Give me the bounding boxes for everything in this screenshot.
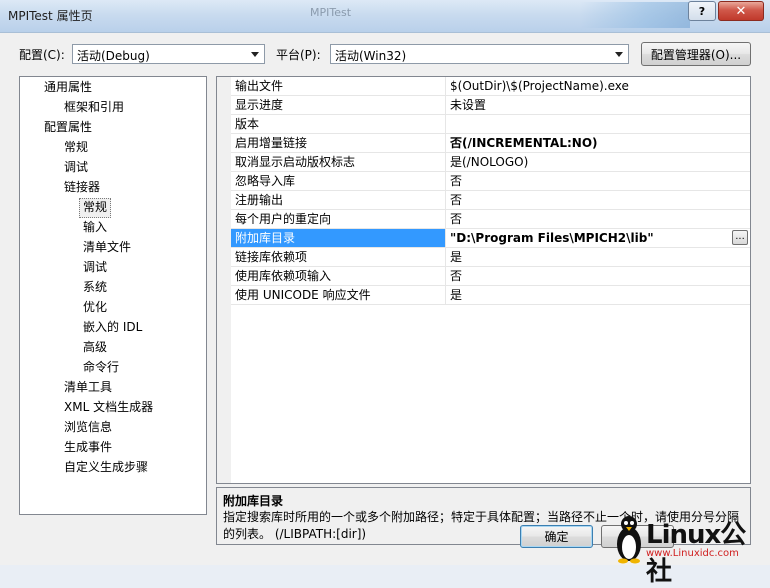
help-button[interactable]: ? <box>688 1 716 21</box>
grid-row-name: 输出文件 <box>231 77 446 95</box>
tree-item[interactable]: 框架和引用 <box>64 98 124 116</box>
grid-row-name: 忽略导入库 <box>231 172 446 190</box>
tree-item[interactable]: 调试 <box>83 258 107 276</box>
ghost-tab-label: MPITest <box>310 6 352 19</box>
grid-row-selected[interactable]: 附加库目录 "D:\Program Files\MPICH2\lib" ... <box>231 229 750 248</box>
tree-item[interactable]: 命令行 <box>83 358 119 376</box>
watermark-url: www.Linuxidc.com <box>646 548 739 559</box>
chevron-down-icon <box>251 52 259 57</box>
config-dropdown[interactable]: 活动(Debug) <box>72 44 265 64</box>
tree-item[interactable]: 自定义生成步骤 <box>64 458 148 476</box>
grid-row[interactable]: 注册输出 否 <box>231 191 750 210</box>
close-icon: ✕ <box>735 3 747 19</box>
grid-row-name: 注册输出 <box>231 191 446 209</box>
grid-row-value[interactable]: 未设置 <box>446 96 750 114</box>
description-title: 附加库目录 <box>223 494 284 508</box>
platform-label: 平台(P): <box>276 48 321 62</box>
tree-item[interactable]: 调试 <box>64 158 88 176</box>
chevron-down-icon <box>615 52 623 57</box>
grid-row[interactable]: 显示进度 未设置 <box>231 96 750 115</box>
grid-row[interactable]: 使用 UNICODE 响应文件 是 <box>231 286 750 305</box>
watermark: Linux公社 www.Linuxidc.com <box>612 512 770 587</box>
ok-button[interactable]: 确定 <box>520 525 593 548</box>
grid-row[interactable]: 每个用户的重定向 否 <box>231 210 750 229</box>
config-dropdown-value: 活动(Debug) <box>77 49 150 63</box>
tree-item[interactable]: 优化 <box>83 298 107 316</box>
property-grid[interactable]: 输出文件 $(OutDir)\$(ProjectName).exe 显示进度 未… <box>216 76 751 484</box>
grid-row-value[interactable]: 否 <box>446 210 750 228</box>
config-manager-button[interactable]: 配置管理器(O)... <box>641 42 751 66</box>
property-tree[interactable]: 通用属性 框架和引用 配置属性 常规 调试 链接器 常规 输入 清单文件 调试 … <box>19 76 207 515</box>
additional-library-directories-input[interactable]: "D:\Program Files\MPICH2\lib" <box>446 229 750 247</box>
grid-row-name: 启用增量链接 <box>231 134 446 152</box>
tree-item[interactable]: 嵌入的 IDL <box>83 318 142 336</box>
tree-item[interactable]: 链接器 <box>64 178 100 196</box>
penguin-logo-icon <box>617 516 641 564</box>
grid-row-name: 使用库依赖项输入 <box>231 267 446 285</box>
dialog-client: 配置(C): 活动(Debug) 平台(P): 活动(Win32) 配置管理器(… <box>0 33 770 565</box>
tree-item[interactable]: 常规 <box>64 138 88 156</box>
tree-item[interactable]: 清单文件 <box>83 238 131 256</box>
tree-item[interactable]: 生成事件 <box>64 438 112 456</box>
platform-dropdown-value: 活动(Win32) <box>335 49 407 63</box>
tree-item[interactable]: 配置属性 <box>44 118 92 136</box>
grid-row-name: 使用 UNICODE 响应文件 <box>231 286 446 304</box>
grid-row-name: 版本 <box>231 115 446 133</box>
grid-row-name: 附加库目录 <box>231 229 446 247</box>
grid-row[interactable]: 使用库依赖项输入 否 <box>231 267 750 286</box>
grid-row-value[interactable]: 否 <box>446 191 750 209</box>
browse-ellipsis-button[interactable]: ... <box>732 230 748 245</box>
grid-row-value[interactable]: $(OutDir)\$(ProjectName).exe <box>446 77 750 95</box>
grid-row-name: 链接库依赖项 <box>231 248 446 266</box>
tree-item[interactable]: 清单工具 <box>64 378 112 396</box>
grid-row[interactable]: 输出文件 $(OutDir)\$(ProjectName).exe <box>231 77 750 96</box>
tree-item[interactable]: 通用属性 <box>44 78 92 96</box>
grid-row-value[interactable]: 否 <box>446 267 750 285</box>
grid-row-value[interactable]: 否(/INCREMENTAL:NO) <box>446 134 750 152</box>
tree-item[interactable]: 浏览信息 <box>64 418 112 436</box>
grid-row-value[interactable]: 是 <box>446 286 750 304</box>
grid-row[interactable]: 取消显示启动版权标志 是(/NOLOGO) <box>231 153 750 172</box>
close-button[interactable]: ✕ <box>718 1 764 21</box>
title-bar[interactable]: MPITest 属性页 MPITest ? ✕ <box>0 0 770 33</box>
grid-row[interactable]: 版本 <box>231 115 750 134</box>
tree-item-selected[interactable]: 常规 <box>79 198 112 218</box>
grid-row[interactable]: 启用增量链接 否(/INCREMENTAL:NO) <box>231 134 750 153</box>
tree-item[interactable]: 高级 <box>83 338 107 356</box>
grid-row-value[interactable]: 是 <box>446 248 750 266</box>
grid-row[interactable]: 链接库依赖项 是 <box>231 248 750 267</box>
tree-item[interactable]: XML 文档生成器 <box>64 398 153 416</box>
tree-item[interactable]: 输入 <box>83 218 107 236</box>
ghost-logo <box>580 2 690 28</box>
grid-row-name: 显示进度 <box>231 96 446 114</box>
grid-row[interactable]: 忽略导入库 否 <box>231 172 750 191</box>
grid-row-value[interactable]: 否 <box>446 172 750 190</box>
tree-item[interactable]: 系统 <box>83 278 107 296</box>
background-window-ghost: MPITest <box>250 2 690 28</box>
window-title: MPITest 属性页 <box>8 9 93 23</box>
grid-row-value[interactable] <box>446 115 750 133</box>
grid-row-name: 每个用户的重定向 <box>231 210 446 228</box>
config-label: 配置(C): <box>19 48 65 62</box>
grid-row-value[interactable]: 是(/NOLOGO) <box>446 153 750 171</box>
grid-gutter <box>217 77 231 483</box>
platform-dropdown[interactable]: 活动(Win32) <box>330 44 629 64</box>
grid-row-name: 取消显示启动版权标志 <box>231 153 446 171</box>
